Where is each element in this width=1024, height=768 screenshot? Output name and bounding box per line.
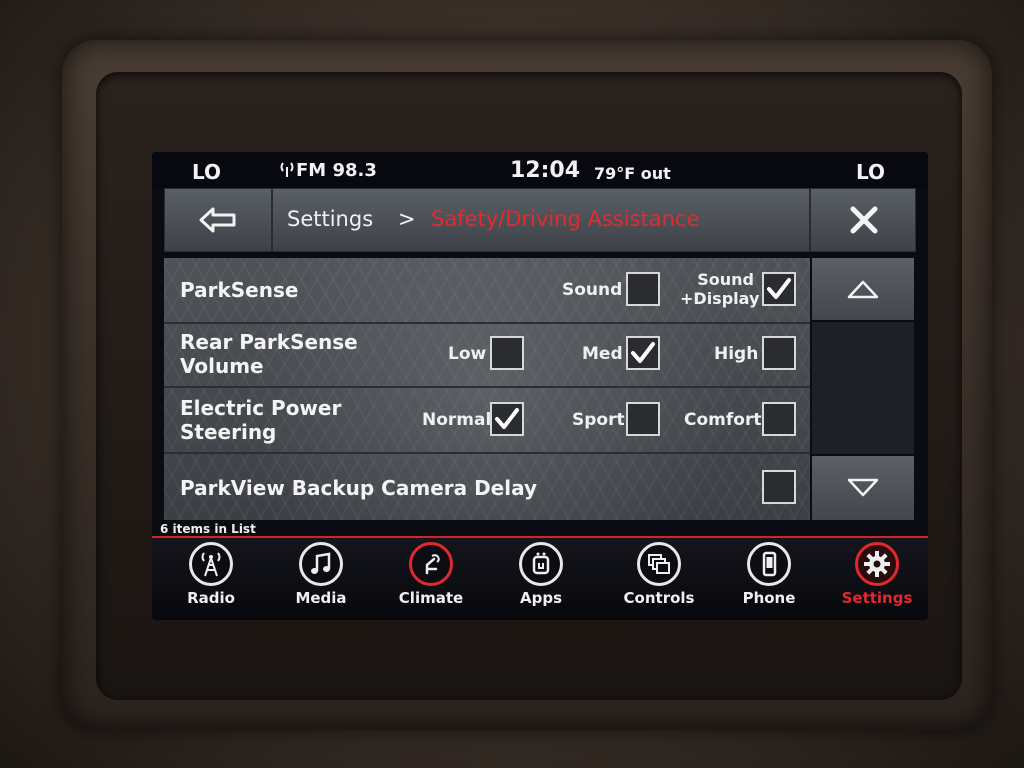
nav-apps[interactable]: Apps xyxy=(486,542,596,618)
chevron-up-icon xyxy=(847,280,879,299)
breadcrumb-settings[interactable]: Settings xyxy=(287,207,373,231)
list-item-electric-power-steering: Electric Power Steering Normal Sport Com… xyxy=(164,388,810,454)
breadcrumb-current: Safety/Driving Assistance xyxy=(431,207,700,231)
back-button[interactable] xyxy=(165,189,273,251)
list-item-parkview-camera-delay: ParkView Backup Camera Delay xyxy=(164,454,810,520)
row-title: ParkView Backup Camera Delay xyxy=(180,476,538,500)
option-label-normal: Normal xyxy=(422,410,492,430)
row-title: ParkSense xyxy=(180,278,299,302)
nav-label: Settings xyxy=(841,589,913,607)
checkmark-icon xyxy=(631,342,655,363)
checkbox-low[interactable] xyxy=(490,336,524,370)
checkbox-sound[interactable] xyxy=(626,272,660,306)
row-title: Rear ParkSense Volume xyxy=(180,330,358,378)
nav-label: Climate xyxy=(398,589,464,607)
checkbox-normal[interactable] xyxy=(490,402,524,436)
checkbox-camera-delay[interactable] xyxy=(762,470,796,504)
checkmark-icon xyxy=(767,278,791,299)
breadcrumb-separator: > xyxy=(398,207,416,231)
radio-status: FM 98.3 xyxy=(278,160,377,181)
checkbox-med[interactable] xyxy=(626,336,660,370)
settings-header: Settings > Safety/Driving Assistance xyxy=(164,188,916,252)
nav-radio[interactable]: Radio xyxy=(156,542,266,618)
option-label-high: High xyxy=(714,344,759,364)
nav-phone[interactable]: Phone xyxy=(714,542,824,618)
nav-media[interactable]: Media xyxy=(266,542,376,618)
scroll-down-button[interactable] xyxy=(812,456,914,520)
close-icon xyxy=(850,206,878,234)
nav-label: Controls xyxy=(623,589,695,607)
controls-icon xyxy=(637,542,681,586)
infotainment-screen: LO FM 98.3 12:04 79°F out LO Settings > … xyxy=(152,152,928,620)
nav-label: Phone xyxy=(742,589,796,607)
apps-icon xyxy=(519,542,563,586)
items-count: 6 items in List xyxy=(160,522,256,536)
outside-temp: 79°F out xyxy=(594,164,671,183)
option-label-comfort: Comfort xyxy=(684,410,762,430)
nav-label: Apps xyxy=(519,589,562,607)
checkbox-sound-display[interactable] xyxy=(762,272,796,306)
option-label-med: Med xyxy=(582,344,623,364)
list-item-parksense: ParkSense Sound Sound +Display xyxy=(164,258,810,324)
back-arrow-icon xyxy=(199,207,236,233)
nav-controls[interactable]: Controls xyxy=(604,542,714,618)
option-label-sport: Sport xyxy=(572,410,625,430)
checkbox-high[interactable] xyxy=(762,336,796,370)
list-item-rear-parksense-volume: Rear ParkSense Volume Low Med High xyxy=(164,322,810,388)
option-label-sound: Sound xyxy=(562,280,623,300)
radio-signal-icon xyxy=(280,162,294,177)
checkmark-icon xyxy=(495,408,519,429)
scroll-up-button[interactable] xyxy=(812,258,914,320)
clock-time: 12:04 xyxy=(510,158,581,183)
nav-climate[interactable]: Climate xyxy=(376,542,486,618)
radio-station: FM 98.3 xyxy=(296,160,377,181)
climate-left-temp: LO xyxy=(192,160,222,184)
checkbox-comfort[interactable] xyxy=(762,402,796,436)
row-title: Electric Power Steering xyxy=(180,396,342,444)
music-note-icon xyxy=(299,542,343,586)
close-button[interactable] xyxy=(809,189,917,251)
radio-tower-icon xyxy=(189,542,233,586)
climate-seat-icon xyxy=(409,542,453,586)
phone-icon xyxy=(747,542,791,586)
settings-list: ParkSense Sound Sound +Display Rear ParkS… xyxy=(164,258,810,520)
option-label-low: Low xyxy=(448,344,487,364)
scrollbar-track[interactable] xyxy=(812,322,914,454)
chevron-down-icon xyxy=(847,478,879,497)
option-label-sound-display: Sound +Display xyxy=(680,270,760,308)
bottom-nav: Radio Media Climate Apps Controls Phone … xyxy=(152,538,928,620)
checkbox-sport[interactable] xyxy=(626,402,660,436)
status-bar: LO FM 98.3 12:04 79°F out LO xyxy=(152,152,928,188)
gear-icon xyxy=(855,542,899,586)
climate-right-temp: LO xyxy=(856,160,886,184)
nav-label: Media xyxy=(295,589,347,607)
nav-settings[interactable]: Settings xyxy=(822,542,928,618)
nav-label: Radio xyxy=(187,589,235,607)
